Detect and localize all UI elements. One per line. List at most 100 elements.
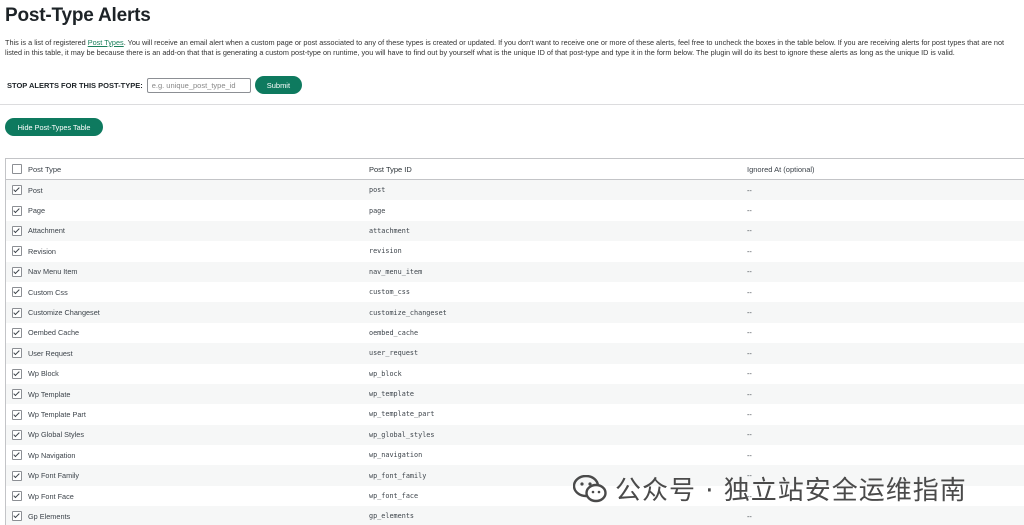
post-type-alerts-page: Post-Type Alerts This is a list of regis… [0,0,1024,525]
row-checkbox-cell [6,364,24,384]
ignored-at-value: -- [747,450,752,460]
post-type-name: Wp Template [28,389,71,399]
post-type-name: Nav Menu Item [28,267,78,277]
row-checkbox-cell [6,282,24,302]
row-checkbox[interactable] [12,226,22,237]
post-type-name: Wp Font Family [28,471,80,481]
row-checkbox[interactable] [12,429,22,440]
post-type-name: Wp Block [28,369,59,379]
stop-alerts-label: STOP ALERTS FOR THIS POST-TYPE: [7,80,143,90]
table-row: Wp Navigation wp_navigation -- [6,445,1024,466]
post-type-name: Oembed Cache [28,328,80,338]
post-type-id: user_request [369,349,419,358]
table-row: Nav Menu Item nav_menu_item -- [6,261,1024,282]
row-checkbox-cell [6,445,24,465]
post-type-name: Wp Global Styles [28,430,84,440]
table-row: Revision revision -- [6,241,1024,262]
table-row: Post post -- [6,179,1024,201]
row-checkbox-cell [6,180,24,201]
ignored-at-value: -- [747,185,752,195]
ignored-at-value: -- [747,389,752,399]
table-row: Customize Changeset customize_changeset -- [6,302,1024,323]
row-checkbox[interactable] [12,389,22,400]
post-type-id-input[interactable] [146,77,251,93]
table-row: Gp Elements gp_elements -- [6,506,1024,525]
row-checkbox[interactable] [12,205,22,216]
post-type-id: page [369,206,386,215]
description-text-post: . You will receive an email alert when a… [5,38,1005,58]
row-checkbox-cell [6,465,24,485]
row-checkbox-cell [6,221,24,241]
ignored-at-value: -- [747,267,752,277]
post-type-id: oembed_cache [369,328,419,337]
post-type-name: Wp Navigation [28,450,76,460]
post-type-name: Gp Elements [28,511,71,521]
ignored-at-value: -- [747,409,752,419]
post-type-id: wp_template_part [369,410,435,419]
row-checkbox[interactable] [12,307,22,318]
row-checkbox[interactable] [12,266,22,277]
row-checkbox[interactable] [12,246,22,257]
post-type-id: gp_elements [369,512,415,521]
post-type-id: post [369,186,386,195]
row-checkbox[interactable] [12,185,22,196]
row-checkbox-cell [6,384,24,404]
table-row: User Request user_request -- [6,343,1024,364]
stop-alerts-form: STOP ALERTS FOR THIS POST-TYPE: Submit [7,75,303,95]
table-row: Wp Template Part wp_template_part -- [6,404,1024,425]
header-post-type: Post Type [24,159,369,180]
row-checkbox[interactable] [12,450,22,461]
row-checkbox[interactable] [12,470,22,481]
watermark: 公众号 · 独立站安全运维指南 [573,470,967,507]
table-row: Wp Global Styles wp_global_styles -- [6,424,1024,446]
select-all-checkbox[interactable] [12,164,22,174]
row-checkbox-cell [6,486,24,506]
wechat-icon [573,474,607,502]
post-type-id: revision [369,247,402,256]
row-checkbox[interactable] [12,287,22,298]
row-checkbox[interactable] [12,409,22,420]
ignored-at-value: -- [747,206,752,216]
ignored-at-value: -- [747,226,752,236]
row-checkbox[interactable] [12,368,22,379]
row-checkbox[interactable] [12,327,22,338]
header-post-type-id: Post Type ID [369,159,745,180]
post-type-name: Wp Template Part [28,409,86,419]
description-text-pre: This is a list of registered [5,38,88,47]
row-checkbox-cell [6,262,24,282]
select-all-cell [6,159,24,180]
table-row: Wp Template wp_template -- [6,383,1024,405]
ignored-at-value: -- [747,328,752,338]
row-checkbox[interactable] [12,511,22,522]
post-type-id: wp_template [369,390,415,399]
row-checkbox-cell [6,404,24,424]
hide-post-types-table-button[interactable]: Hide Post-Types Table [5,118,103,136]
ignored-at-value: -- [747,246,752,256]
row-checkbox[interactable] [12,491,22,502]
post-type-id: customize_changeset [369,308,447,317]
table-row: Page page -- [6,200,1024,221]
row-checkbox-cell [6,302,24,322]
post-type-name: Post [28,185,43,195]
post-type-name: User Request [28,348,73,358]
row-checkbox[interactable] [12,348,22,359]
submit-button[interactable]: Submit [254,76,303,94]
post-type-id: custom_css [369,288,410,297]
post-type-name: Wp Font Face [28,491,74,501]
post-type-id: wp_block [369,369,402,378]
page-description: This is a list of registered Post Types.… [5,38,1021,59]
row-checkbox-cell [6,241,24,261]
post-type-name: Customize Changeset [28,308,100,318]
row-checkbox-cell [6,200,24,220]
post-types-link[interactable]: Post Types [88,38,124,47]
row-checkbox-cell [6,343,24,363]
row-checkbox-cell [6,506,24,525]
page-title: Post-Type Alerts [5,5,151,26]
table-row: Oembed Cache oembed_cache -- [6,322,1024,344]
ignored-at-value: -- [747,348,752,358]
ignored-at-value: -- [747,308,752,318]
post-type-name: Custom Css [28,287,68,297]
post-type-name: Revision [28,246,56,256]
post-type-id: wp_navigation [369,451,423,460]
ignored-at-value: -- [747,287,752,297]
